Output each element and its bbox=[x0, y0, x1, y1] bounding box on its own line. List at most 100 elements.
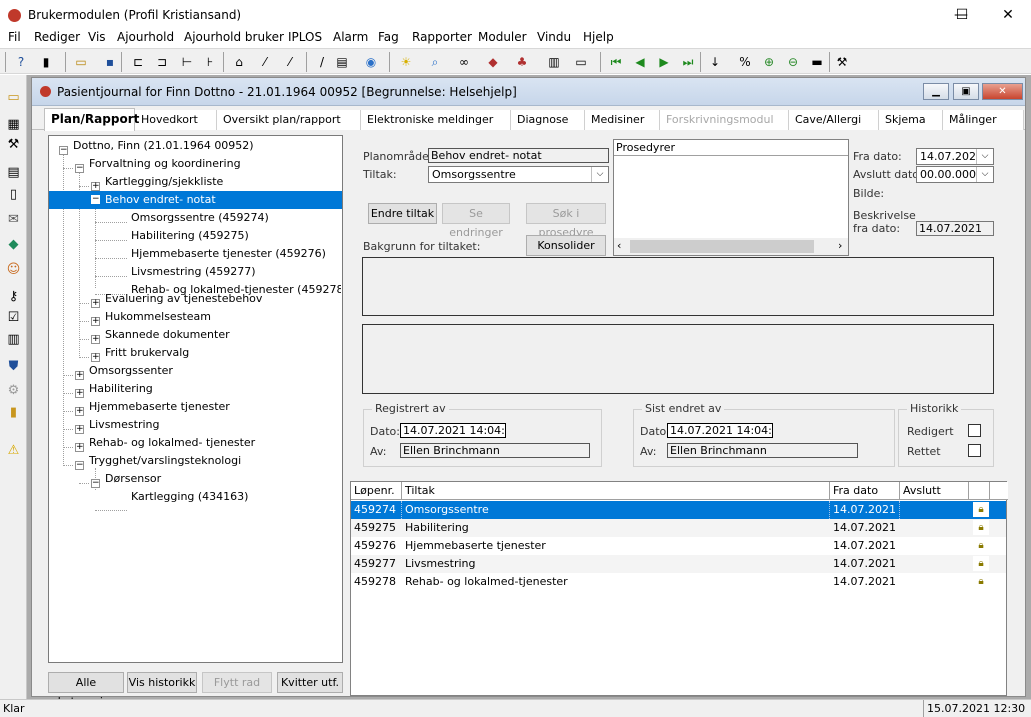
books-icon[interactable]: ▥ bbox=[4, 330, 23, 349]
tree-node-dorsensor[interactable]: Dørsensor bbox=[105, 470, 161, 488]
tools-icon[interactable]: ⚒ bbox=[4, 135, 23, 154]
plan-tree[interactable]: − Dottno, Finn (21.01.1964 00952) − Forv… bbox=[48, 135, 343, 663]
tree-node-kartlegging[interactable]: Kartlegging/sjekkliste bbox=[105, 173, 223, 191]
tab-medisiner[interactable]: Medisiner bbox=[585, 110, 660, 130]
key-icon[interactable]: ⚷ bbox=[4, 287, 23, 306]
prosedyrer-list[interactable]: Prosedyrer ‹ › bbox=[613, 139, 849, 256]
tab-elektroniske-meldinger[interactable]: Elektroniske meldinger bbox=[361, 110, 511, 130]
prosedyrer-scrollbar[interactable]: ‹ › bbox=[614, 238, 848, 255]
tree-leaf-kartlegging[interactable]: Kartlegging (434163) bbox=[131, 488, 248, 506]
tree-node-livsmestring[interactable]: Livsmestring bbox=[89, 416, 160, 434]
expand-icon[interactable]: + bbox=[75, 371, 84, 380]
tree-icon[interactable]: ⊢ bbox=[178, 53, 196, 71]
open-folder-icon[interactable]: ▭ bbox=[4, 88, 23, 107]
maximize-button[interactable]: ☐ bbox=[939, 0, 985, 30]
fra-dato-picker[interactable]: 14.07.2021 ⌵ bbox=[916, 148, 994, 165]
tree-leaf-livsmestring[interactable]: Livsmestring (459277) bbox=[131, 263, 256, 281]
beskrivelse-fra-dato-field[interactable]: 14.07.2021 bbox=[916, 221, 994, 236]
folder-icon[interactable]: ▭ bbox=[72, 53, 90, 71]
grid-header-lock[interactable] bbox=[969, 482, 990, 500]
tree-node-habilitering[interactable]: Habilitering bbox=[89, 380, 153, 398]
expand-icon[interactable]: + bbox=[75, 443, 84, 452]
tree-node-trygghet[interactable]: Trygghet/varslingsteknologi bbox=[89, 452, 241, 470]
book-icon[interactable]: ▮ bbox=[37, 53, 55, 71]
menu-vindu[interactable]: Vindu bbox=[537, 30, 571, 44]
scroll-thumb[interactable] bbox=[630, 240, 814, 253]
tab-diagnose[interactable]: Diagnose bbox=[511, 110, 585, 130]
tree-leaf-omsorgssentre[interactable]: Omsorgssentre (459274) bbox=[131, 209, 269, 227]
help-icon[interactable]: ? bbox=[12, 53, 30, 71]
tree-collapse-icon[interactable]: ⊐ bbox=[153, 53, 171, 71]
bulb-icon[interactable]: ☀ bbox=[397, 53, 415, 71]
table-row[interactable]: 459274 Omsorgssentre 14.07.2021 🔒︎ bbox=[351, 501, 1006, 519]
bakgrunn-textarea[interactable] bbox=[362, 257, 994, 316]
grid-header-lopenr[interactable]: Løpenr. bbox=[351, 482, 402, 500]
pill-icon[interactable]: ◆ bbox=[4, 235, 23, 254]
note-icon[interactable]: ▥ bbox=[545, 53, 563, 71]
tools-icon[interactable]: ⚒ bbox=[833, 53, 851, 71]
grid-header-fra-dato[interactable]: Fra dato bbox=[830, 482, 900, 500]
tree-node-behov-selected[interactable]: − Behov endret- notat bbox=[49, 191, 342, 209]
tree-node-evaluering[interactable]: Evaluering av tjenestebehov bbox=[105, 290, 262, 308]
chevron-down-icon[interactable]: ⌵ bbox=[976, 167, 993, 182]
exit-door-icon[interactable]: ▮ bbox=[4, 403, 23, 422]
menu-alarm[interactable]: Alarm bbox=[333, 30, 368, 44]
mail-icon[interactable]: ✉ bbox=[4, 210, 23, 229]
zoom-out-icon[interactable]: ⊖ bbox=[784, 53, 802, 71]
vis-historikk-button[interactable]: Vis historikk bbox=[127, 672, 197, 693]
endre-tiltak-button[interactable]: Endre tiltak bbox=[368, 203, 437, 224]
tree-node-forvaltning[interactable]: Forvaltning og koordinering bbox=[89, 155, 241, 173]
first-icon[interactable]: ⏮ bbox=[607, 53, 625, 71]
documents-icon[interactable]: ▤ bbox=[4, 163, 23, 182]
calendar-icon[interactable]: ▦ bbox=[4, 115, 23, 134]
percent-icon[interactable]: % bbox=[736, 53, 754, 71]
collapse-icon[interactable]: − bbox=[59, 146, 68, 155]
tree-expand-icon[interactable]: ⊏ bbox=[129, 53, 147, 71]
rettet-checkbox[interactable] bbox=[968, 444, 981, 457]
gear-icon[interactable]: ⚙ bbox=[4, 381, 23, 400]
tab-hovedkort[interactable]: Hovedkort bbox=[135, 110, 217, 130]
tree-leaf-hjemmebaserte[interactable]: Hjemmebaserte tjenester (459276) bbox=[131, 245, 326, 263]
next-icon[interactable]: ▶ bbox=[655, 53, 673, 71]
tiltak-grid[interactable]: Løpenr. Tiltak Fra dato Avslutt dato 459… bbox=[350, 481, 1008, 696]
globe-icon[interactable]: ◉ bbox=[362, 53, 380, 71]
tab-cave-allergi[interactable]: Cave/Allergi bbox=[789, 110, 879, 130]
grid-header-avslutt-dato[interactable]: Avslutt dato bbox=[900, 482, 969, 515]
table-row[interactable]: 459275 Habilitering 14.07.2021 🔒︎ bbox=[351, 519, 1006, 537]
tab-oversikt-plan-rapport[interactable]: Oversikt plan/rapport bbox=[217, 110, 361, 130]
menu-fil[interactable]: Fil bbox=[8, 30, 21, 44]
menu-moduler[interactable]: Moduler bbox=[478, 30, 527, 44]
menu-iplos[interactable]: IPLOS bbox=[288, 30, 322, 44]
scroll-left-icon[interactable]: ‹ bbox=[617, 239, 621, 252]
card-icon[interactable]: ▤ bbox=[333, 53, 351, 71]
expand-icon[interactable]: + bbox=[75, 425, 84, 434]
binoculars-icon[interactable]: ∞ bbox=[455, 53, 473, 71]
tree-node-fritt[interactable]: Fritt brukervalg bbox=[105, 344, 189, 362]
table-row[interactable]: 459276 Hjemmebaserte tjenester 14.07.2021 🔒… bbox=[351, 537, 1006, 555]
print-icon[interactable]: ▭ bbox=[572, 53, 590, 71]
grid-header-tiltak[interactable]: Tiltak bbox=[402, 482, 830, 500]
beskrivelse-textarea[interactable] bbox=[362, 324, 994, 394]
prev-icon[interactable]: ◀ bbox=[631, 53, 649, 71]
zoom-in-icon[interactable]: ⊕ bbox=[760, 53, 778, 71]
avslutt-dato-picker[interactable]: 00.00.0000 ⌵ bbox=[916, 166, 994, 183]
expand-icon[interactable]: + bbox=[91, 335, 100, 344]
wand2-icon[interactable]: ⁄ bbox=[281, 53, 299, 71]
menu-ajourhold[interactable]: Ajourhold bbox=[117, 30, 174, 44]
menu-rapporter[interactable]: Rapporter bbox=[412, 30, 472, 44]
tree-node-hjemmebaserte[interactable]: Hjemmebaserte tjenester bbox=[89, 398, 230, 416]
lock-icon[interactable]: 🔒︎ bbox=[973, 556, 989, 571]
lock-icon[interactable]: 🔒︎ bbox=[973, 502, 989, 517]
table-row[interactable]: 459277 Livsmestring 14.07.2021 🔒︎ bbox=[351, 555, 1006, 573]
expand-icon[interactable]: + bbox=[75, 407, 84, 416]
lock-icon[interactable]: 🔒︎ bbox=[973, 538, 989, 553]
chevron-down-icon[interactable]: ⌵ bbox=[591, 167, 608, 182]
tab-skjema[interactable]: Skjema bbox=[879, 110, 943, 130]
tree-node-root[interactable]: Dottno, Finn (21.01.1964 00952) bbox=[73, 137, 254, 155]
eraser-icon[interactable]: ◆ bbox=[484, 53, 502, 71]
collapse-icon[interactable]: − bbox=[75, 461, 84, 470]
journal-close-button[interactable]: ✕ bbox=[982, 83, 1023, 100]
checklist-icon[interactable]: ☑ bbox=[4, 308, 23, 327]
menu-rediger[interactable]: Rediger bbox=[34, 30, 80, 44]
lock-icon[interactable]: ⌂ bbox=[230, 53, 248, 71]
